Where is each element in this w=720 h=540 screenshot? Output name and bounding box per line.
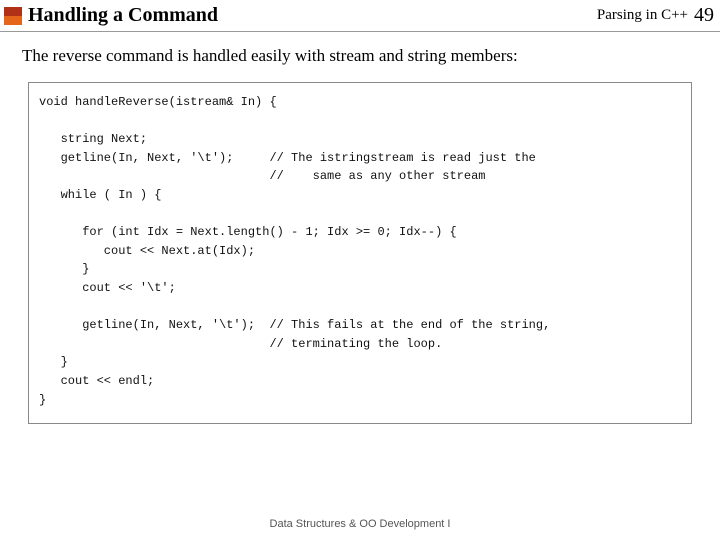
context-label: Parsing in C++ — [597, 7, 688, 24]
footer-text: Data Structures & OO Development I — [0, 518, 720, 530]
slide-header: Handling a Command Parsing in C++ 49 — [0, 0, 720, 32]
code-box: void handleReverse(istream& In) { string… — [28, 82, 692, 424]
page-title: Handling a Command — [28, 4, 597, 27]
logo-icon — [4, 7, 22, 25]
intro-text: The reverse command is handled easily wi… — [0, 32, 720, 76]
page-number: 49 — [694, 4, 714, 27]
code-listing: void handleReverse(istream& In) { string… — [29, 83, 691, 423]
